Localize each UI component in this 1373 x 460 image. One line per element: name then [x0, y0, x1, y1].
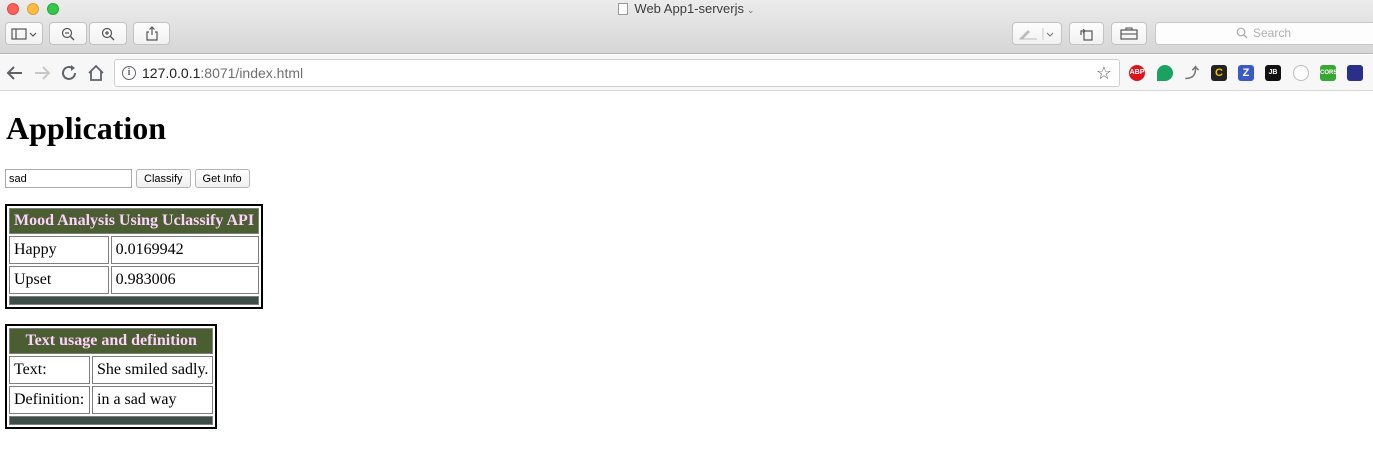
rotate-icon — [1079, 28, 1093, 41]
page-content: Application Classify Get Info Mood Analy… — [0, 92, 1373, 460]
cors-extension-icon[interactable]: CORS — [1320, 65, 1337, 81]
search-input[interactable]: Search — [1155, 22, 1373, 45]
mood-value: 0.983006 — [110, 266, 260, 294]
page-heading: Application — [6, 110, 167, 146]
mood-table-title: Mood Analysis Using Uclassify API — [9, 208, 260, 234]
info-table-title: Text usage and definition — [9, 328, 214, 354]
browser-navbar: i 127.0.0.1:8071/index.html ☆ ABP ⤴ C Z … — [0, 55, 1373, 91]
zoom-out-button[interactable] — [49, 22, 87, 45]
pen-icon — [1019, 27, 1054, 40]
get-info-button[interactable]: Get Info — [194, 169, 250, 188]
chevron-down-icon[interactable]: ⌄ — [747, 5, 755, 15]
table-footer-bar — [9, 416, 214, 425]
classify-button[interactable]: Classify — [136, 169, 191, 188]
text-info-table: Text usage and definition Text: She smil… — [5, 324, 218, 429]
toolbox-icon — [1120, 27, 1138, 40]
document-icon — [618, 3, 629, 15]
share-icon — [145, 26, 158, 41]
evernote-extension-icon[interactable] — [1157, 65, 1173, 81]
profile-extension-icon[interactable] — [1347, 65, 1363, 81]
forward-arrow-icon[interactable] — [32, 63, 52, 83]
sidebar-toggle-button[interactable] — [5, 22, 43, 45]
zotero-extension-icon[interactable]: Z — [1238, 65, 1254, 81]
share-button[interactable] — [133, 22, 170, 45]
c-extension-icon[interactable]: C — [1211, 65, 1227, 81]
address-bar[interactable]: i 127.0.0.1:8071/index.html ☆ — [114, 59, 1120, 87]
zoom-out-icon — [61, 27, 75, 40]
jetbrains-extension-icon[interactable]: JB — [1265, 65, 1281, 81]
url-path: :8071/index.html — [200, 65, 304, 81]
sidebar-icon — [11, 27, 37, 40]
word-input[interactable] — [5, 169, 132, 188]
arrows-extension-icon[interactable]: ⤴ — [1184, 65, 1200, 81]
info-icon[interactable]: i — [122, 66, 136, 80]
table-row: Happy 0.0169942 — [9, 236, 260, 264]
adblock-extension-icon[interactable]: ABP — [1129, 65, 1145, 81]
url-host: 127.0.0.1 — [142, 65, 201, 81]
search-placeholder: Search — [1253, 26, 1292, 40]
rotate-button[interactable] — [1069, 22, 1104, 45]
table-footer-bar — [9, 296, 260, 305]
markup-button[interactable] — [1012, 22, 1062, 45]
info-label: Definition: — [9, 386, 90, 414]
window-titlebar: Web App1-serverjs ⌄ Search — [0, 0, 1373, 54]
query-controls: Classify Get Info — [5, 169, 250, 188]
toolbox-button[interactable] — [1111, 22, 1147, 45]
window-title: Web App1-serverjs ⌄ — [0, 1, 1373, 18]
url-text[interactable]: 127.0.0.1:8071/index.html — [142, 65, 303, 81]
home-icon[interactable] — [86, 63, 106, 83]
table-row: Definition: in a sad way — [9, 386, 214, 414]
search-icon — [1236, 27, 1248, 39]
back-arrow-icon[interactable] — [5, 63, 25, 83]
reload-icon[interactable] — [59, 63, 79, 83]
table-row: Upset 0.983006 — [9, 266, 260, 294]
mood-analysis-table: Mood Analysis Using Uclassify API Happy … — [5, 204, 264, 309]
mood-label: Upset — [9, 266, 109, 294]
zoom-in-button[interactable] — [89, 22, 127, 45]
info-label: Text: — [9, 356, 90, 384]
window-title-text: Web App1-serverjs — [634, 1, 745, 16]
table-row: Text: She smiled sadly. — [9, 356, 214, 384]
circle-extension-icon[interactable] — [1293, 65, 1309, 81]
info-value: She smiled sadly. — [92, 356, 214, 384]
zoom-in-icon — [101, 27, 115, 40]
bookmark-star-icon[interactable]: ☆ — [1096, 64, 1112, 82]
mood-label: Happy — [9, 236, 109, 264]
info-value: in a sad way — [92, 386, 214, 414]
mood-value: 0.0169942 — [110, 236, 260, 264]
